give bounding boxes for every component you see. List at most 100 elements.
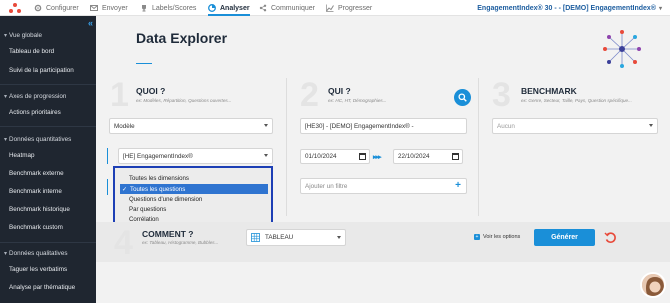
sidebar-item-benchmark-interne[interactable]: Benchmark interne — [9, 188, 62, 195]
benchmark-select[interactable]: Aucun — [492, 118, 658, 134]
filter-placeholder: Ajouter un filtre — [305, 182, 348, 190]
sidebar-section-axes-progression[interactable]: ▾ Axes de progression — [4, 93, 66, 100]
sidebar-divider — [0, 242, 96, 243]
checkbox-icon[interactable]: + — [474, 234, 480, 240]
title-underline — [136, 63, 152, 64]
chevron-down-icon: ▾ — [4, 251, 8, 257]
population-select-value: [HE30] - [DEMO] EngagementIndex® - — [305, 122, 414, 130]
sidebar-item-benchmark-externe[interactable]: Benchmark externe — [9, 170, 64, 177]
nav-progresser[interactable]: Progresser — [326, 0, 372, 16]
model-select[interactable]: Modèle — [109, 118, 273, 134]
step-number: 3 — [492, 76, 511, 114]
column-divider — [286, 78, 287, 216]
date-to-input[interactable]: 22/10/2024 — [393, 149, 463, 164]
section-subtitle-quoi: ex: Modèles, Répartition, Questions ouve… — [136, 98, 232, 103]
section-title-benchmark: BENCHMARK — [521, 86, 577, 96]
reset-icon[interactable] — [604, 231, 617, 244]
nav-label: Configurer — [46, 4, 79, 12]
nav-communiquer[interactable]: Communiquer — [259, 0, 315, 16]
sidebar-item-benchmark-historique[interactable]: Benchmark historique — [9, 206, 70, 213]
chevron-down-icon — [649, 124, 653, 127]
sidebar-divider — [0, 126, 96, 127]
dropdown-option[interactable]: Questions d'une dimension — [129, 196, 202, 203]
step-number: 1 — [110, 76, 129, 114]
active-marker — [107, 179, 108, 195]
sidebar-item-tableau-de-bord[interactable]: Tableau de bord — [9, 48, 54, 55]
chevron-down-icon — [264, 154, 268, 157]
nav-labels-scores[interactable]: Labels/Scores — [140, 0, 196, 16]
nav-label: Communiquer — [271, 4, 315, 12]
section-subtitle-benchmark: ex: Genre, Secteur, Taille, Pays, Questi… — [521, 98, 632, 103]
date-to-value: 22/10/2024 — [398, 153, 430, 160]
top-navigation-bar: Configurer Envoyer Labels/Scores Analyse… — [0, 0, 670, 16]
share-icon — [259, 4, 267, 12]
page-title: Data Explorer — [136, 30, 228, 46]
dropdown-option[interactable]: Par questions — [129, 206, 166, 213]
generate-button[interactable]: Générer — [534, 229, 595, 246]
step-number: 2 — [300, 76, 319, 114]
nav-label: Progresser — [338, 4, 373, 12]
chevron-down-icon: ▾ — [4, 33, 8, 39]
sidebar-item-benchmark-custom[interactable]: Benchmark custom — [9, 224, 63, 231]
calendar-icon[interactable] — [359, 153, 366, 160]
date-range-arrows-icon: ▸▸▸ — [373, 154, 381, 161]
chevron-down-icon — [337, 236, 341, 239]
person-avatar-icon — [642, 274, 664, 296]
sidebar-section-title: Données quantitatives — [9, 136, 72, 143]
sidebar-item-actions-prioritaires[interactable]: Actions prioritaires — [9, 109, 61, 116]
check-icon: ✓ — [122, 186, 128, 193]
dropdown-option-selected[interactable]: ✓ Toutes les questions — [120, 184, 268, 194]
nav-configurer[interactable]: Configurer — [34, 0, 79, 16]
search-icon — [458, 93, 467, 102]
section-title-qui: QUI ? — [328, 86, 351, 96]
section-subtitle-qui: ex: HC, HT, Démographies... — [328, 98, 387, 103]
section-title-comment: COMMENT ? — [142, 229, 194, 239]
sidebar-item-analyse-thematique[interactable]: Analyse par thématique — [9, 284, 75, 291]
step-number: 4 — [114, 224, 133, 262]
sidebar-section-title: Données qualitatives — [9, 250, 68, 257]
chevron-down-icon: ▾ — [658, 5, 662, 12]
account-name: EngagementIndex® 30 - - [DEMO] Engagemen… — [477, 4, 656, 12]
chevron-down-icon: ▾ — [4, 94, 8, 100]
nav-label: Envoyer — [102, 4, 128, 12]
nav-label: Labels/Scores — [152, 4, 197, 12]
sidebar-section-donnees-qualitatives[interactable]: ▾ Données qualitatives — [4, 250, 67, 257]
sidebar-item-heatmap[interactable]: Heatmap — [9, 152, 35, 159]
assistant-avatar[interactable] — [640, 272, 666, 298]
calendar-icon[interactable] — [452, 153, 459, 160]
population-select[interactable]: [HE30] - [DEMO] EngagementIndex® - — [300, 118, 467, 134]
sidebar-item-taguer-verbatims[interactable]: Taguer les verbatims — [9, 266, 67, 273]
search-button[interactable] — [454, 89, 471, 106]
format-select-value: TABLEAU — [265, 234, 294, 241]
nav-envoyer[interactable]: Envoyer — [90, 0, 128, 16]
index-select[interactable]: [HE] EngagementIndex® — [118, 148, 273, 164]
format-select[interactable]: TABLEAU — [246, 229, 346, 246]
dropdown-option[interactable]: Toutes les dimensions — [129, 175, 189, 182]
show-options-toggle[interactable]: + Voir les options — [474, 234, 520, 240]
date-from-value: 01/10/2024 — [305, 153, 337, 160]
nav-analyser[interactable]: Analyser — [208, 0, 250, 16]
index-select-value: [HE] EngagementIndex® — [123, 152, 193, 160]
chevron-down-icon — [264, 124, 268, 127]
sidebar-section-donnees-quantitatives[interactable]: ▾ Données quantitatives — [4, 136, 71, 143]
plus-icon[interactable]: + — [455, 180, 461, 191]
main-content: Data Explorer 1 QUOI ? ex: Modèles, Répa… — [96, 16, 670, 303]
chevron-down-icon: ▾ — [4, 137, 8, 143]
sidebar-section-title: Axes de progression — [9, 93, 67, 100]
analysis-type-dropdown[interactable]: Toutes les dimensions ✓ Toutes les quest… — [113, 166, 273, 228]
network-hub-icon — [603, 30, 641, 68]
date-from-input[interactable]: 01/10/2024 — [300, 149, 370, 164]
trend-icon — [326, 4, 334, 12]
nav-label: Analyser — [220, 4, 250, 12]
sidebar-section-vue-globale[interactable]: ▾ Vue globale — [4, 32, 42, 39]
sidebar-item-suivi-participation[interactable]: Suivi de la participation — [9, 67, 74, 74]
sidebar: « ▾ Vue globale Tableau de bord Suivi de… — [0, 16, 96, 303]
app-logo-icon[interactable] — [8, 2, 22, 14]
gear-icon — [34, 4, 42, 12]
table-icon — [251, 233, 260, 242]
account-selector[interactable]: EngagementIndex® 30 - - [DEMO] Engagemen… — [477, 0, 662, 16]
add-filter-input[interactable]: Ajouter un filtre + — [300, 178, 467, 194]
collapse-sidebar-icon[interactable]: « — [88, 18, 93, 28]
dropdown-option-label: Toutes les questions — [130, 185, 186, 193]
show-options-label: Voir les options — [483, 234, 521, 240]
